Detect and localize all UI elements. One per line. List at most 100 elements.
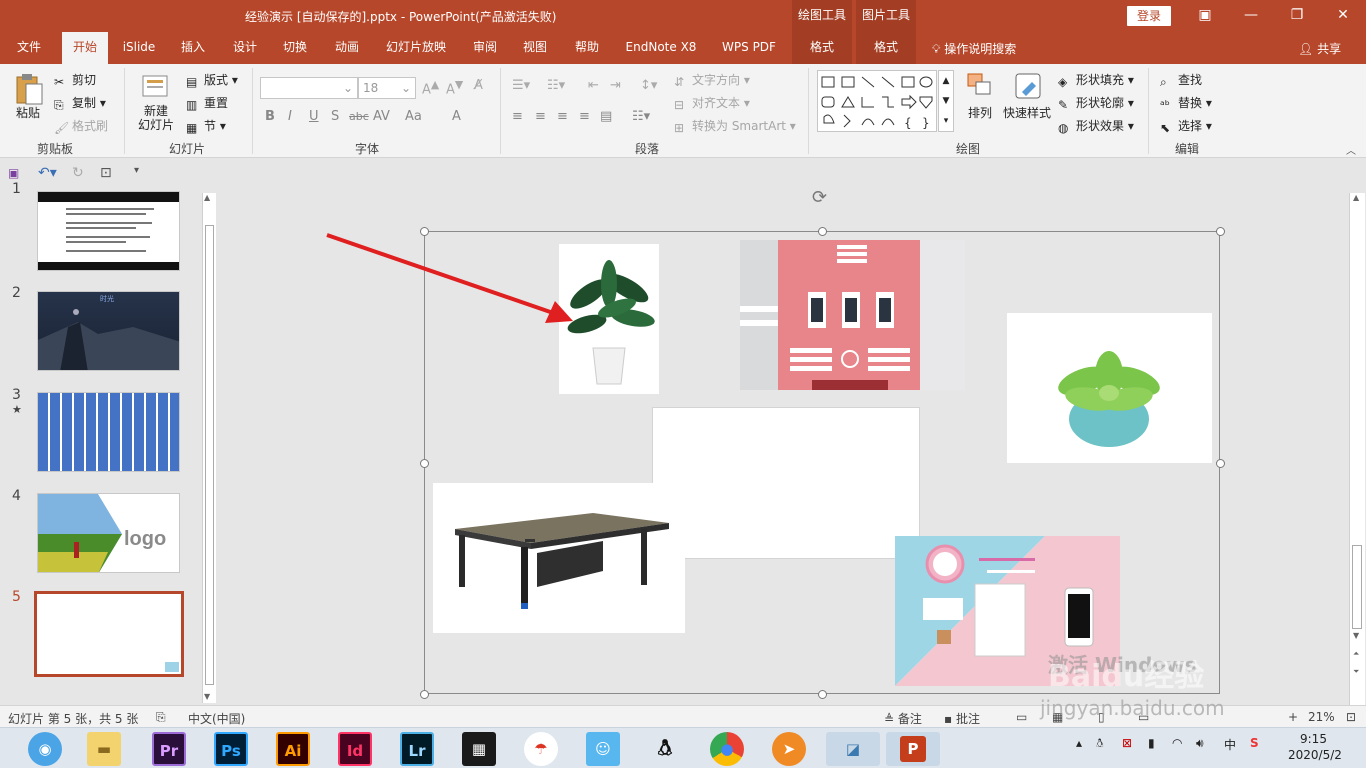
new-slide-button[interactable]: 新建 幻灯片 [134,104,178,132]
bold-button[interactable]: B [265,109,275,124]
tab-insert[interactable]: 插入 [170,32,216,64]
smartart-button[interactable]: ⊞ 转换为 SmartArt ▾ [674,117,796,135]
reset-button[interactable]: ▥ 重置 [186,94,228,112]
arrange-icon[interactable] [966,72,994,103]
redo-icon[interactable]: ↻ [72,165,84,181]
language-indicator[interactable]: 中文(中国) [188,710,245,727]
next-slide-icon[interactable]: ⏷ [1353,667,1359,677]
numbering-icon[interactable]: ☷▾ [547,78,565,93]
powerpoint-taskbar-icon[interactable]: P [886,732,940,766]
zoom-level[interactable]: 21% [1308,710,1335,724]
tab-wps-pdf[interactable]: WPS PDF [712,32,786,64]
layout-button[interactable]: ▤ 版式 ▾ [186,71,238,89]
indesign-icon[interactable]: Id [338,732,372,766]
tab-animations[interactable]: 动画 [324,32,370,64]
select-button[interactable]: ⬉ 选择 ▾ [1160,117,1212,135]
comments-button[interactable]: ▪ 批注 [944,710,980,727]
browser-icon[interactable]: ◉ [28,732,62,766]
underline-button[interactable]: U [309,109,319,124]
battery-icon[interactable]: ▮ [1148,736,1155,750]
qq-tray-icon[interactable]: 🐧︎ [1096,736,1103,752]
format-painter-button[interactable]: 🖌︎ 格式刷 [54,117,108,135]
resize-handle-n[interactable] [818,227,827,236]
volume-icon[interactable]: 🔊︎ [1196,736,1204,751]
rotate-handle-icon[interactable]: ⟳ [812,189,827,208]
paste-button[interactable]: 粘贴 [16,104,40,121]
scroll-up-icon[interactable]: ▲ [204,193,210,202]
sogou-browser-icon[interactable]: ➤ [772,732,806,766]
italic-button[interactable]: I [288,109,292,124]
customize-qat-icon[interactable]: ▾ [134,165,139,176]
decrease-indent-icon[interactable]: ⇤ [588,78,599,93]
clock-time[interactable]: 9:15 [1300,732,1327,746]
new-slide-icon[interactable] [141,70,171,103]
tab-view[interactable]: 视图 [512,32,558,64]
slide-thumbnail-1[interactable] [37,191,180,271]
lightroom-icon[interactable]: Lr [400,732,434,766]
resize-handle-e[interactable] [1216,459,1225,468]
tab-slideshow[interactable]: 幻灯片放映 [380,32,452,64]
justify-icon[interactable]: ≡ [579,109,590,124]
tray-expand-icon[interactable]: ▴ [1076,736,1082,750]
distributed-icon[interactable]: ▤ [600,109,612,124]
clear-format-icon[interactable]: A̸ [474,78,483,93]
font-name-combo[interactable]: ⌄ [260,77,358,99]
chat-app-icon[interactable]: ☺ [586,732,620,766]
photoshop-icon[interactable]: Ps [214,732,248,766]
tab-help[interactable]: 帮助 [564,32,610,64]
thumbnail-scrollbar[interactable]: ▲ ▼ [202,193,216,703]
prev-slide-icon[interactable]: ⏶ [1353,649,1359,659]
umbrella-app-icon[interactable]: ☂ [524,732,558,766]
char-spacing-button[interactable]: AV [373,109,390,124]
resize-handle-sw[interactable] [420,690,429,699]
increase-indent-icon[interactable]: ⇥ [610,78,621,93]
chrome-icon[interactable]: ● [710,732,744,766]
arrange-button[interactable]: 排列 [968,104,992,121]
scroll-down-icon[interactable]: ▼ [204,692,210,701]
shapes-gallery[interactable]: {} [817,70,937,132]
login-button[interactable]: 登录 [1127,6,1171,26]
present-icon[interactable]: ⊡ [100,165,112,181]
scroll-thumb[interactable] [205,225,214,685]
save-icon[interactable]: ▣ [8,166,19,180]
resize-handle-ne[interactable] [1216,227,1225,236]
qq-icon[interactable]: 🐧︎ [648,732,682,766]
shrink-font-icon[interactable]: A▼ [446,78,463,97]
bullets-icon[interactable]: ☰▾ [512,78,530,93]
cut-button[interactable]: ✂ 剪切 [54,71,96,89]
clock-date[interactable]: 2020/5/2 [1288,748,1342,762]
share-button[interactable]: 👤︎ 共享 [1298,40,1341,57]
scroll-thumb[interactable] [1352,545,1362,629]
slide-canvas[interactable]: ⟳ 激活 Windows Baidu经验 [228,189,1348,705]
slide-thumbnail-4[interactable]: logo [37,493,180,573]
film-editor-icon[interactable]: ▦ [462,732,496,766]
shadow-button[interactable]: S [331,109,339,124]
replace-button[interactable]: ᵃᵇ 替换 ▾ [1160,94,1212,112]
quick-styles-icon[interactable] [1014,72,1042,103]
columns-icon[interactable]: ☷▾ [632,109,650,124]
illustrator-icon[interactable]: Ai [276,732,310,766]
grow-font-icon[interactable]: A▲ [422,78,439,97]
slide-thumbnail-3[interactable] [37,392,180,472]
align-center-icon[interactable]: ≡ [535,109,546,124]
font-size-combo[interactable]: 18 ⌄ [358,77,416,99]
slide-thumbnail-5[interactable] [34,591,184,677]
canvas-scrollbar[interactable]: ▲ ▼ ⏶ ⏷ [1349,193,1365,705]
tab-drawing-format[interactable]: 格式 [792,32,852,64]
section-button[interactable]: ▦ 节 ▾ [186,117,226,135]
slide-thumbnail-2[interactable]: 时光 [37,291,180,371]
file-explorer-icon[interactable]: ▬ [87,732,121,766]
tell-me-search[interactable]: 💡︎ 操作说明搜索 [932,40,1016,57]
notes-button[interactable]: ≜ 备注 [884,710,922,727]
tab-design[interactable]: 设计 [222,32,268,64]
normal-view-icon[interactable]: ▭ [1016,710,1027,724]
resize-handle-s[interactable] [818,690,827,699]
scroll-down-icon[interactable]: ▼ [1353,631,1359,640]
shape-effects-button[interactable]: ◍ 形状效果 ▾ [1058,117,1134,135]
align-right-icon[interactable]: ≡ [557,109,568,124]
tab-transitions[interactable]: 切换 [272,32,318,64]
tab-picture-format[interactable]: 格式 [856,32,916,64]
scroll-up-icon[interactable]: ▲ [1353,193,1359,202]
find-button[interactable]: ⌕ 查找 [1160,71,1202,89]
tab-endnote[interactable]: EndNote X8 [618,32,704,64]
